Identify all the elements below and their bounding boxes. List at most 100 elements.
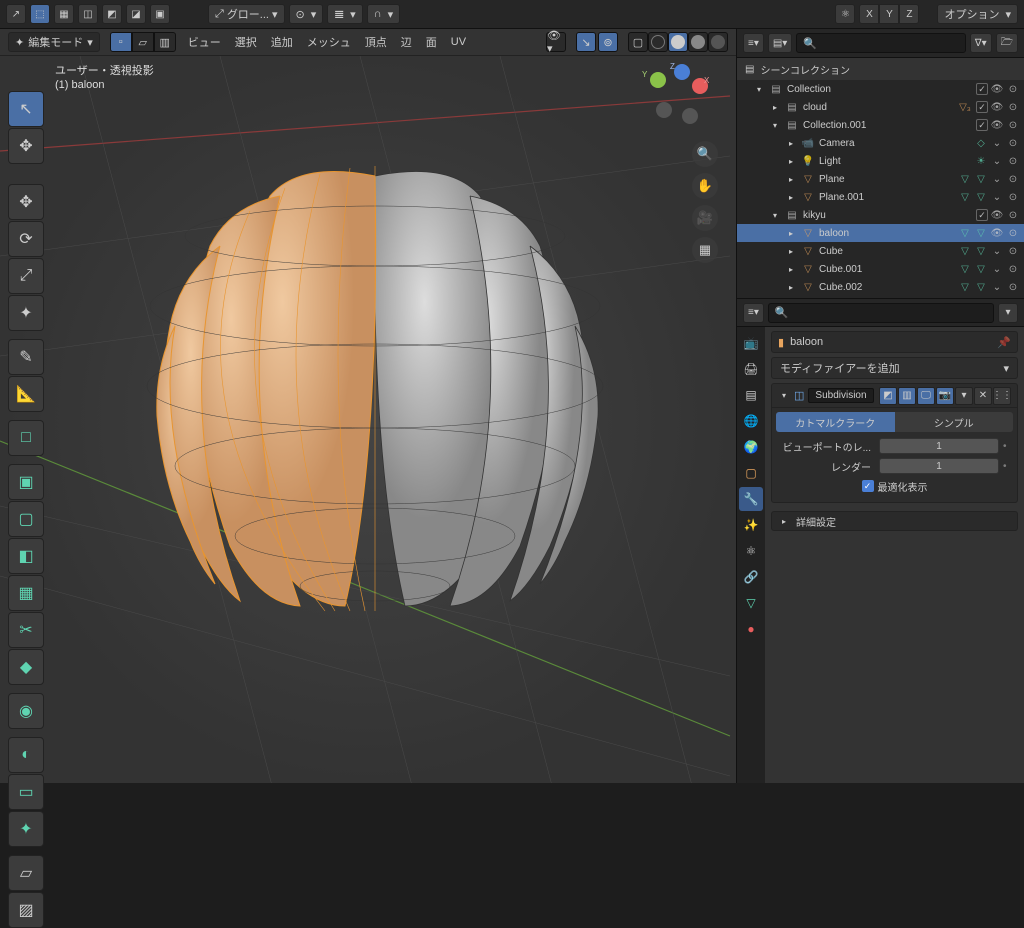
visibility-icon[interactable]: 👁	[990, 84, 1004, 95]
outliner-row-plane[interactable]: ▸▽Plane▽▽⌄⊙	[737, 170, 1024, 188]
disable-icon[interactable]: ⊙	[1006, 138, 1020, 149]
menu-mesh[interactable]: メッシュ	[305, 34, 353, 50]
outliner-row-collection-001[interactable]: ▾▤Collection.001👁⊙	[737, 116, 1024, 134]
disclosure-icon[interactable]: ▸	[785, 175, 797, 184]
pivot-dropdown[interactable]: ⊙▾	[289, 4, 324, 24]
visibility-icon[interactable]: ⌄	[990, 156, 1004, 167]
outliner-row-kikyu[interactable]: ▾▤kikyu👁⊙	[737, 206, 1024, 224]
nav-gizmo[interactable]: Z Y X	[646, 66, 708, 128]
disclosure-icon[interactable]: ▾	[769, 121, 781, 130]
menu-vertex[interactable]: 頂点	[363, 34, 389, 50]
disable-icon[interactable]: ⊙	[1006, 120, 1020, 131]
zoom-button[interactable]: 🔍	[692, 141, 718, 167]
visibility-dropdown[interactable]: 👁▾	[546, 32, 566, 52]
menu-face[interactable]: 面	[424, 34, 439, 50]
mesh-display-icon[interactable]: ⚛	[835, 4, 855, 24]
disclosure-icon[interactable]: ▸	[785, 139, 797, 148]
pan-button[interactable]: ✋	[692, 173, 718, 199]
subdiv-catmull-button[interactable]: カトマルクラーク	[776, 412, 895, 432]
properties-options[interactable]: ▾	[998, 303, 1018, 323]
visibility-icon[interactable]: ⌄	[990, 192, 1004, 203]
tool-extrude[interactable]: ▣	[8, 464, 44, 500]
edge-select-button[interactable]: ▱	[132, 32, 154, 52]
exclude-checkbox[interactable]	[976, 101, 988, 113]
disclosure-icon[interactable]: ▸	[769, 103, 781, 112]
viewport-level-input[interactable]: 1	[879, 438, 999, 454]
exclude-checkbox[interactable]	[976, 83, 988, 95]
tab-viewlayer[interactable]: ▤	[739, 383, 763, 407]
optimize-checkbox[interactable]: ✓	[862, 480, 874, 492]
properties-editor-dropdown[interactable]: ≡▾	[743, 303, 764, 323]
pin-icon[interactable]: 📌	[997, 336, 1011, 349]
tool-rotate[interactable]: ⟳	[8, 221, 44, 257]
disable-icon[interactable]: ⊙	[1006, 282, 1020, 293]
axis-z-toggle[interactable]: Z	[899, 4, 919, 24]
mod-drag[interactable]: ⋮⋮	[993, 387, 1011, 405]
tool-scale[interactable]: ⤢	[8, 258, 44, 294]
disable-icon[interactable]: ⊙	[1006, 84, 1020, 95]
disclosure-icon[interactable]: ▸	[785, 193, 797, 202]
outliner-row-plane-001[interactable]: ▸▽Plane.001▽▽⌄⊙	[737, 188, 1024, 206]
axis-y-toggle[interactable]: Y	[879, 4, 899, 24]
overlay-toggle[interactable]: ⊚	[598, 32, 618, 52]
vertex-select-button[interactable]: ▫	[110, 32, 132, 52]
tab-object[interactable]: ▢	[739, 461, 763, 485]
sel-builder2-icon[interactable]: ◩	[102, 4, 122, 24]
tab-mesh[interactable]: ▽	[739, 591, 763, 615]
tool-spin[interactable]: ◉	[8, 693, 44, 729]
menu-add[interactable]: 追加	[269, 34, 295, 50]
gizmo-y-icon[interactable]	[650, 72, 666, 88]
tab-modifiers[interactable]: 🔧	[739, 487, 763, 511]
menu-edge[interactable]: 辺	[399, 34, 414, 50]
axis-x-toggle[interactable]: X	[859, 4, 879, 24]
properties-search[interactable]: 🔍	[768, 303, 994, 323]
tool-cursor[interactable]: ✥	[8, 128, 44, 164]
scene-collection-row[interactable]: ▤ シーンコレクション	[737, 58, 1024, 80]
tool-edgeslide[interactable]: ▭	[8, 774, 44, 810]
visibility-icon[interactable]: 👁	[990, 102, 1004, 113]
outliner-row-cloud[interactable]: ▸▤cloud▽₃👁⊙	[737, 98, 1024, 116]
persp-button[interactable]: ▦	[692, 237, 718, 263]
outliner-filter[interactable]: ∇▾	[970, 33, 992, 53]
tool-polybuild[interactable]: ◆	[8, 649, 44, 685]
breadcrumb[interactable]: ▮ baloon 📌	[771, 331, 1018, 353]
visibility-icon[interactable]: ⌄	[990, 174, 1004, 185]
disclosure-icon[interactable]: ▸	[785, 265, 797, 274]
matprev-shade-button[interactable]	[688, 32, 708, 52]
outliner-row-light[interactable]: ▸💡Light☀⌄⊙	[737, 152, 1024, 170]
disable-icon[interactable]: ⊙	[1006, 192, 1020, 203]
tool-move[interactable]: ✥	[8, 184, 44, 220]
menu-select[interactable]: 選択	[233, 34, 259, 50]
disclosure-icon[interactable]: ▾	[753, 85, 765, 94]
snap-dropdown[interactable]: 𝌆▾	[327, 4, 362, 24]
menu-view[interactable]: ビュー	[186, 34, 223, 50]
outliner-row-collection[interactable]: ▾▤Collection👁⊙	[737, 80, 1024, 98]
disclosure-icon[interactable]: ▸	[785, 247, 797, 256]
sel-builder1-icon[interactable]: ◫	[78, 4, 98, 24]
select-box-icon[interactable]: ▦	[54, 4, 74, 24]
disable-icon[interactable]: ⊙	[1006, 228, 1020, 239]
visibility-icon[interactable]: ⌄	[990, 264, 1004, 275]
visibility-icon[interactable]: 👁	[990, 228, 1004, 239]
gizmo-z-icon[interactable]	[674, 64, 690, 80]
outliner-editor-dropdown[interactable]: ≡▾	[743, 33, 764, 53]
exclude-checkbox[interactable]	[976, 119, 988, 131]
outliner-search[interactable]: 🔍	[796, 33, 966, 53]
disable-icon[interactable]: ⊙	[1006, 246, 1020, 257]
tool-inset[interactable]: ▢	[8, 501, 44, 537]
gizmo-neg2[interactable]	[682, 108, 698, 124]
tool-add-cube[interactable]: □	[8, 420, 44, 456]
tab-material[interactable]: ●	[739, 617, 763, 641]
disable-icon[interactable]: ⊙	[1006, 102, 1020, 113]
solid-shade-button[interactable]	[668, 32, 688, 52]
disclosure-icon[interactable]: ▸	[785, 157, 797, 166]
visibility-icon[interactable]: ⌄	[990, 138, 1004, 149]
visibility-icon[interactable]: 👁	[990, 210, 1004, 221]
tool-loopcut[interactable]: ▦	[8, 575, 44, 611]
disclosure-icon[interactable]: ▸	[785, 229, 797, 238]
subdiv-simple-button[interactable]: シンプル	[895, 412, 1014, 432]
outliner-row-cube-002[interactable]: ▸▽Cube.002▽▽⌄⊙	[737, 278, 1024, 296]
mod-extra[interactable]: ▾	[955, 387, 973, 405]
tool-knife[interactable]: ✂	[8, 612, 44, 648]
exclude-checkbox[interactable]	[976, 209, 988, 221]
